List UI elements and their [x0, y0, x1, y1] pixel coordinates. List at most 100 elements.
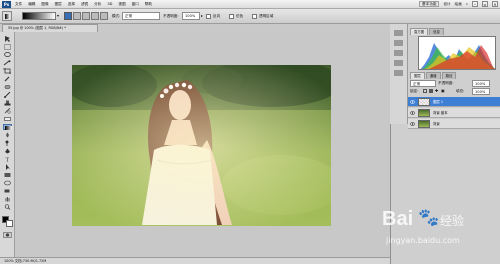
- lock-position-icon[interactable]: ✚: [435, 88, 438, 93]
- panel-icon-5[interactable]: [394, 70, 403, 76]
- dither-checkbox[interactable]: [229, 14, 234, 19]
- fill-label: 填充:: [456, 89, 465, 93]
- menu-image[interactable]: 图像: [41, 2, 48, 7]
- quick-select-tool-icon[interactable]: [3, 60, 12, 66]
- healing-brush-tool-icon[interactable]: [3, 84, 12, 90]
- opacity-dropdown-icon[interactable]: ▸: [201, 13, 203, 18]
- dodge-tool-icon[interactable]: [3, 140, 12, 146]
- hand-tool-icon[interactable]: [3, 196, 12, 202]
- transparency-checkbox[interactable]: [252, 14, 257, 19]
- workspace-design-button[interactable]: 设计: [443, 2, 450, 7]
- menu-help[interactable]: 帮助: [145, 2, 152, 7]
- reverse-checkbox[interactable]: [206, 14, 211, 19]
- move-tool-icon[interactable]: [3, 36, 12, 42]
- status-bar: 100% 文档:730.9K/1.72M: [0, 257, 390, 264]
- layer-opacity-input[interactable]: 100%: [472, 80, 490, 87]
- gradient-tool-icon[interactable]: [2, 11, 12, 21]
- watermark-url: jingyan.baidu.com: [386, 236, 460, 245]
- layer-name: 背景 副本: [433, 111, 448, 115]
- menu-layer[interactable]: 图层: [55, 2, 62, 7]
- panel-icon-3[interactable]: [394, 50, 403, 56]
- layer-row[interactable]: 背景: [408, 119, 500, 129]
- workspace-paint-button[interactable]: 绘画: [455, 2, 462, 7]
- layer-name: 图层 1: [433, 100, 444, 104]
- tab-info[interactable]: 信息: [429, 28, 444, 35]
- menu-file[interactable]: 文件: [15, 2, 22, 7]
- document-tab[interactable]: 55.jpg @ 100% (图层 1, RGB/8#) *: [2, 24, 98, 32]
- clone-stamp-tool-icon[interactable]: [3, 100, 12, 106]
- menu-window[interactable]: 窗口: [132, 2, 139, 7]
- panel-icon-2[interactable]: [394, 40, 403, 46]
- tab-channels[interactable]: 通道: [425, 72, 441, 79]
- eraser-tool-icon[interactable]: [3, 116, 12, 122]
- type-tool-icon[interactable]: T: [3, 156, 12, 164]
- lock-pixels-icon[interactable]: [429, 89, 433, 93]
- linear-gradient-icon[interactable]: [64, 12, 72, 20]
- layer-row[interactable]: 图层 1: [408, 97, 500, 107]
- opacity-label: 不透明度:: [163, 14, 179, 18]
- opacity-input[interactable]: 100%: [182, 12, 200, 20]
- eye-icon[interactable]: [410, 122, 415, 126]
- menu-3d[interactable]: 3D: [107, 2, 112, 7]
- gradient-preview[interactable]: [22, 12, 56, 20]
- reflected-gradient-icon[interactable]: [91, 12, 99, 20]
- minimize-icon[interactable]: –: [472, 1, 478, 7]
- blur-tool-icon[interactable]: [3, 132, 12, 138]
- restore-icon[interactable]: ▫: [482, 1, 488, 7]
- reverse-label: 反向: [213, 14, 221, 18]
- menu-select[interactable]: 选择: [68, 2, 75, 7]
- fill-input[interactable]: 100%: [472, 88, 490, 95]
- watermark-brand: Bai: [382, 208, 414, 230]
- 3d-rotate-tool-icon[interactable]: [3, 180, 12, 186]
- workspace-more-button[interactable]: »: [466, 2, 468, 6]
- menu-edit[interactable]: 编辑: [28, 2, 35, 7]
- panel-icon-4[interactable]: [394, 60, 403, 66]
- workspace-basic-button[interactable]: 基本功能: [419, 1, 440, 7]
- history-brush-tool-icon[interactable]: [3, 107, 12, 114]
- diamond-gradient-icon[interactable]: [100, 12, 108, 20]
- eyedropper-tool-icon[interactable]: [3, 76, 12, 82]
- menu-filter[interactable]: 滤镜: [81, 2, 88, 7]
- panel-icon-1[interactable]: [394, 30, 403, 36]
- histogram-panel-tabs: 直方图 信息: [410, 28, 445, 35]
- tab-histogram[interactable]: 直方图: [410, 28, 429, 35]
- quick-mask-icon[interactable]: [3, 232, 12, 238]
- lasso-tool-icon[interactable]: [3, 52, 12, 58]
- angle-gradient-icon[interactable]: [82, 12, 90, 20]
- background-color-swatch[interactable]: [6, 220, 13, 227]
- photo-canvas[interactable]: [72, 65, 331, 226]
- radial-gradient-icon[interactable]: [73, 12, 81, 20]
- menu-view[interactable]: 视图: [118, 2, 125, 7]
- zoom-tool-icon[interactable]: [3, 204, 12, 210]
- tab-layers[interactable]: 图层: [410, 72, 425, 79]
- menu-analysis[interactable]: 分析: [94, 2, 101, 7]
- layer-name: 背景: [433, 122, 440, 126]
- pen-tool-icon[interactable]: [3, 148, 12, 154]
- tab-paths[interactable]: 路径: [441, 72, 457, 79]
- mode-select[interactable]: 正常: [122, 12, 160, 20]
- layer-thumbnail: [418, 98, 430, 106]
- rectangle-tool-icon[interactable]: [3, 172, 12, 178]
- lock-label: 锁定:: [410, 89, 419, 93]
- gradient-dropdown-icon[interactable]: ▾: [57, 13, 59, 18]
- watermark-brand-2: 经验: [440, 214, 465, 228]
- eye-icon[interactable]: [410, 100, 415, 104]
- menu-bar: Ps 文件 编辑 图像 图层 选择 滤镜 分析 3D 视图 窗口 帮助 基本功能…: [0, 0, 500, 9]
- crop-tool-icon[interactable]: [3, 68, 12, 74]
- options-bar: ▾ 模式: 正常 不透明度: 100% ▸ 反向 仿色 透明区域: [0, 9, 500, 24]
- close-icon[interactable]: ×: [492, 1, 498, 7]
- lock-all-icon[interactable]: ▣: [441, 88, 445, 93]
- photoshop-window: Ps 文件 编辑 图像 图层 选择 滤镜 分析 3D 视图 窗口 帮助 基本功能…: [0, 0, 500, 264]
- workspace-switcher: 基本功能 设计 绘画 » – ▫ ×: [419, 1, 498, 7]
- lock-transparency-icon[interactable]: [423, 89, 427, 93]
- blend-mode-select[interactable]: 正常: [410, 80, 436, 87]
- gradient-tool-icon-active[interactable]: [3, 124, 12, 130]
- brush-tool-icon[interactable]: [3, 91, 12, 98]
- eye-icon[interactable]: [410, 111, 415, 115]
- layer-opacity-label: 不透明度:: [438, 81, 454, 85]
- marquee-tool-icon[interactable]: [3, 44, 12, 50]
- layer-row[interactable]: 背景 副本: [408, 108, 500, 118]
- path-select-tool-icon[interactable]: [3, 164, 12, 170]
- 3d-camera-tool-icon[interactable]: [3, 188, 12, 194]
- layer-thumbnail: [418, 109, 430, 117]
